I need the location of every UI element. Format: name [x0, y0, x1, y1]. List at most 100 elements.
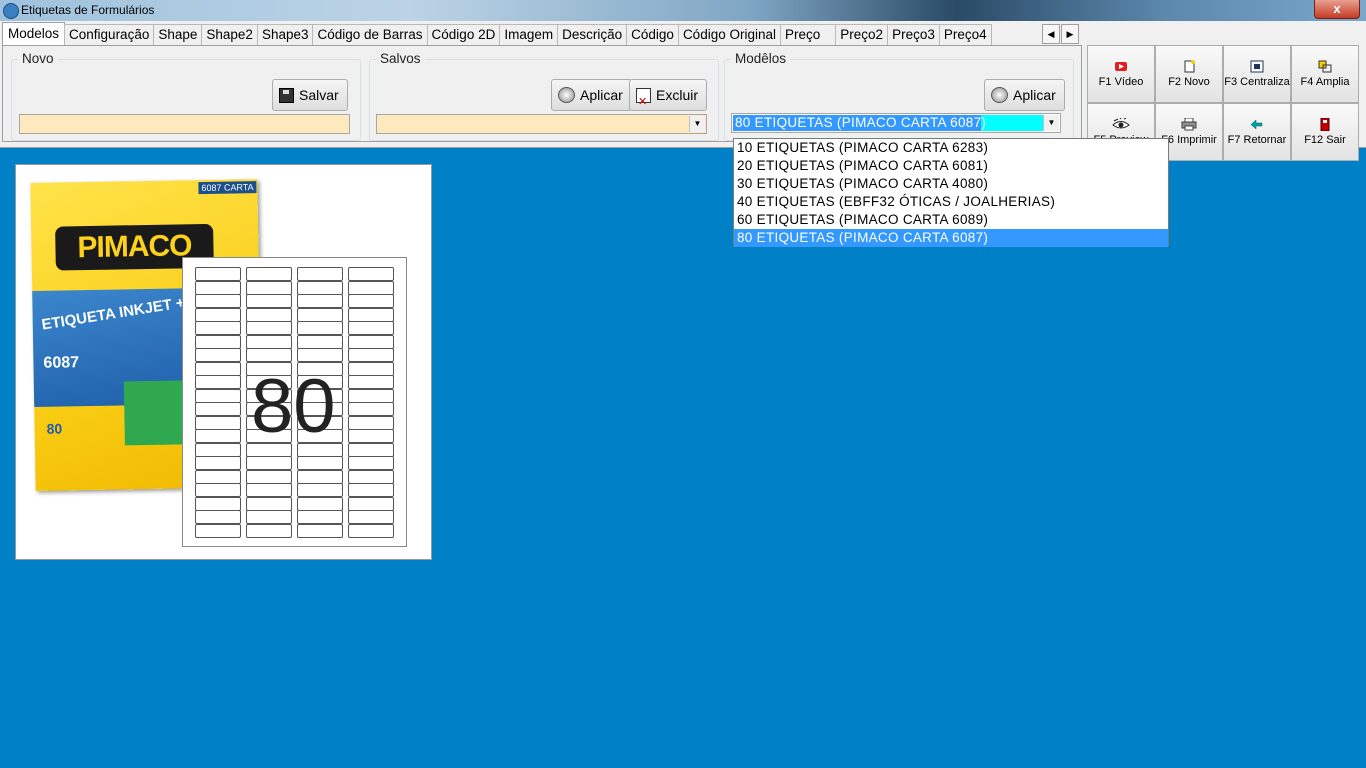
group-novo-label: Novo	[18, 51, 58, 66]
label-cell	[195, 334, 241, 349]
label-cell	[195, 523, 241, 538]
eye-icon	[1112, 118, 1130, 129]
tab-codigo[interactable]: Código	[626, 24, 679, 45]
label-cell	[195, 348, 241, 362]
label-cell	[195, 402, 241, 416]
tab-codigo-de-barras[interactable]: Código de Barras	[312, 24, 428, 45]
label-cell	[348, 415, 394, 430]
f2-novo-button[interactable]: F2 Novo	[1155, 45, 1223, 103]
tab-codigo-original[interactable]: Código Original	[677, 24, 781, 45]
f6-imprimir-label: F6 Imprimir	[1161, 134, 1217, 146]
label-cell	[348, 361, 394, 376]
apply-model-button[interactable]: Aplicar	[984, 79, 1065, 111]
label-cell	[297, 267, 343, 281]
save-button-label: Salvar	[299, 87, 339, 103]
model-preview-image: 6087 CARTA PIMACO ETIQUETA INKJET + LASE…	[15, 164, 432, 560]
save-icon	[279, 87, 294, 103]
apply-model-label: Aplicar	[1013, 87, 1056, 103]
tab-preco[interactable]: Preço	[780, 24, 837, 45]
apply-saved-button[interactable]: Aplicar	[551, 79, 632, 111]
group-salvos: Salvos Aplicar Excluir ▼	[369, 51, 719, 141]
group-modelos-label: Modêlos	[731, 51, 791, 66]
window-title: Etiquetas de Formulários	[21, 3, 155, 17]
label-cell	[297, 321, 343, 335]
title-bar: Etiquetas de Formulários x	[0, 0, 1366, 21]
label-cell	[195, 280, 241, 295]
box-tag: 6087 CARTA	[198, 181, 257, 195]
label-cell	[297, 469, 343, 484]
label-cell	[246, 456, 292, 470]
model-option[interactable]: 60 ETIQUETAS (PIMACO CARTA 6089)	[734, 211, 1168, 229]
label-cell	[348, 496, 394, 511]
model-option[interactable]: 40 ETIQUETAS (EBFF32 ÓTICAS / JOALHERIAS…	[734, 193, 1168, 211]
tab-imagem[interactable]: Imagem	[499, 24, 559, 45]
label-cell	[297, 510, 343, 524]
label-count: 80	[251, 364, 336, 449]
label-cell	[348, 375, 394, 389]
save-button[interactable]: Salvar	[272, 79, 348, 111]
apply-icon	[558, 87, 575, 103]
f12-sair-button[interactable]: F12 Sair	[1291, 103, 1359, 161]
label-cell	[195, 307, 241, 322]
tab-scroll-right-icon[interactable]: ▶	[1061, 24, 1079, 44]
f4-amplia-button[interactable]: F4 Amplia	[1291, 45, 1359, 103]
group-novo: Novo Salvar	[11, 51, 361, 141]
new-model-name-input[interactable]	[19, 114, 350, 134]
label-cell	[246, 334, 292, 349]
label-cell	[195, 267, 241, 281]
model-option[interactable]: 30 ETIQUETAS (PIMACO CARTA 4080)	[734, 175, 1168, 193]
group-salvos-label: Salvos	[376, 51, 425, 66]
label-sheet: 80	[182, 257, 407, 547]
model-option[interactable]: 10 ETIQUETAS (PIMACO CARTA 6283)	[734, 139, 1168, 157]
tab-modelos[interactable]: Modelos	[2, 22, 66, 45]
model-select[interactable]: 80 ETIQUETAS (PIMACO CARTA 6087) ▼	[731, 113, 1061, 133]
model-option[interactable]: 20 ETIQUETAS (PIMACO CARTA 6081)	[734, 157, 1168, 175]
video-icon	[1115, 62, 1127, 71]
toolbar-area: Modelos Configuração Shape Shape2 Shape3…	[0, 21, 1366, 161]
label-cell	[195, 456, 241, 470]
close-button[interactable]: x	[1314, 0, 1360, 19]
label-cell	[348, 267, 394, 281]
tab-configuracao[interactable]: Configuração	[64, 24, 155, 45]
f1-video-button[interactable]: F1 Vídeo	[1087, 45, 1155, 103]
delete-saved-label: Excluir	[656, 87, 699, 103]
chevron-down-icon[interactable]: ▼	[1043, 115, 1059, 131]
model-select-value: 80 ETIQUETAS (PIMACO CARTA 6087)	[733, 115, 1043, 131]
delete-icon	[636, 86, 651, 118]
label-cell	[348, 348, 394, 362]
tab-shape[interactable]: Shape	[153, 24, 203, 45]
f7-retornar-button[interactable]: F7 Retornar	[1223, 103, 1291, 161]
tab-descricao[interactable]: Descrição	[557, 24, 628, 45]
label-cell	[348, 307, 394, 322]
tab-preco3[interactable]: Preço3	[887, 24, 940, 45]
tab-preco4[interactable]: Preço4	[938, 24, 992, 45]
tab-scroll-left-icon[interactable]: ◀	[1042, 24, 1060, 44]
label-cell	[195, 429, 241, 443]
label-cell	[297, 348, 343, 362]
label-cell	[195, 510, 241, 524]
model-option-selected[interactable]: 80 ETIQUETAS (PIMACO CARTA 6087)	[734, 229, 1168, 247]
label-cell	[246, 496, 292, 511]
label-cell	[246, 469, 292, 484]
label-cell	[348, 321, 394, 335]
delete-saved-button[interactable]: Excluir	[629, 79, 708, 118]
chevron-down-icon[interactable]: ▼	[689, 116, 705, 132]
tab-preco2[interactable]: Preço2	[835, 24, 889, 45]
label-cell	[297, 280, 343, 295]
return-arrow-icon	[1250, 119, 1263, 130]
label-cell	[195, 321, 241, 335]
label-cell	[348, 280, 394, 295]
tab-shape2[interactable]: Shape2	[201, 24, 258, 45]
label-cell	[246, 280, 292, 295]
label-cell	[246, 483, 292, 497]
f3-centraliza-button[interactable]: F3 Centraliza	[1223, 45, 1291, 103]
saved-models-select[interactable]: ▼	[376, 114, 707, 134]
label-cell	[348, 402, 394, 416]
tab-codigo-2d[interactable]: Código 2D	[426, 24, 501, 45]
label-cell	[246, 294, 292, 308]
label-cell	[348, 442, 394, 457]
label-cell	[246, 348, 292, 362]
label-cell	[297, 334, 343, 349]
label-cell	[297, 307, 343, 322]
tab-shape3[interactable]: Shape3	[256, 24, 314, 45]
